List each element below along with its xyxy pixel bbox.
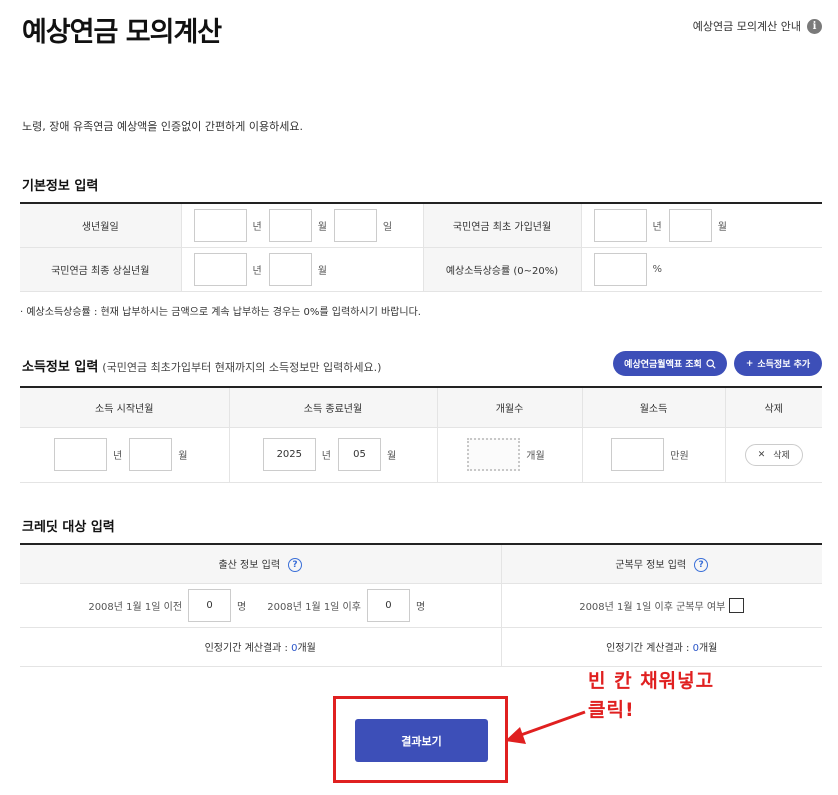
result-label: 인정기간 계산결과 : (606, 643, 693, 654)
delete-label: 삭제 (773, 451, 790, 461)
unit-percent: % (652, 263, 663, 275)
last-loss-year-input[interactable] (193, 252, 247, 286)
add-button-label: 소득정보 추가 (757, 360, 811, 370)
col-start: 소득 시작년월 (20, 387, 230, 428)
pension-table-lookup-button[interactable]: 예상연금월액표 조회 (613, 351, 727, 376)
military-checkbox[interactable] (729, 597, 745, 613)
income-row: 년 월 2025 년 05 월 개월 만원 ✕ 삭제 (20, 427, 822, 483)
birth-year-input[interactable] (193, 208, 247, 242)
birth-month-input[interactable] (268, 208, 312, 242)
birth-info-header: 출산 정보 입력? (20, 544, 502, 584)
credit-section-title: 크레딧 대상 입력 (22, 520, 115, 535)
add-income-button[interactable]: + 소득정보 추가 (734, 351, 822, 376)
start-year-input[interactable] (54, 438, 108, 471)
income-subheading: (국민연금 최초가입부터 현재까지의 소득정보만 입력하세요.) (102, 361, 382, 374)
income-unit: 만원 (670, 451, 689, 462)
before-2008-label: 2008년 1월 1일 이전 (88, 601, 183, 613)
income-table: 소득 시작년월 소득 종료년월 개월수 월소득 삭제 년 월 2025 년 05 월 개… (20, 386, 822, 483)
unit-month: 월 (317, 221, 327, 233)
birth-credit-result: 인정기간 계산결과 : 0개월 (20, 627, 502, 667)
annotation-text: 빈 칸 채워넣고 클릭! (588, 667, 714, 725)
col-end: 소득 종료년월 (229, 387, 438, 428)
col-months: 개월수 (437, 387, 583, 428)
last-loss-month-input[interactable] (268, 252, 312, 286)
military-header-label: 군복무 정보 입력 (615, 559, 687, 571)
first-join-month-input[interactable] (668, 208, 712, 242)
income-section-title: 소득정보 입력 (국민연금 최초가입부터 현재까지의 소득정보만 입력하세요.) (22, 356, 381, 375)
close-icon: ✕ (757, 449, 766, 460)
annotation-line-1: 빈 칸 채워넣고 (588, 670, 715, 692)
result-unit: 개월 (698, 643, 718, 654)
basic-info-table: 생년월일 년월일 국민연금 최초 가입년월 년월 국민연금 최종 상실년월 년월… (20, 202, 822, 292)
lookup-button-label: 예상연금월액표 조회 (624, 360, 702, 370)
first-join-year-input[interactable] (593, 208, 647, 242)
unit-month: 월 (387, 451, 397, 462)
question-icon[interactable]: ? (694, 557, 709, 572)
last-loss-label: 국민연금 최종 상실년월 (20, 247, 182, 292)
before-2008-input[interactable]: 0 (188, 588, 232, 622)
growth-rate-note: · 예상소득상승률 : 현재 납부하시는 금액으로 계속 납부하는 경우는 0%… (20, 307, 421, 318)
page-title: 예상연금 모의계산 (22, 17, 222, 48)
growth-rate-label: 예상소득상승률 (0~20%) (423, 247, 582, 292)
start-month-input[interactable] (129, 438, 173, 471)
view-result-button[interactable]: 결과보기 (355, 719, 488, 762)
end-year-input[interactable]: 2025 (262, 438, 316, 471)
delete-row-button[interactable]: ✕ 삭제 (744, 443, 803, 466)
unit-year: 년 (252, 221, 262, 233)
unit-year: 년 (652, 221, 662, 233)
col-delete: 삭제 (725, 387, 822, 428)
birth-label: 생년월일 (20, 203, 182, 248)
note-text: 예상소득상승률 : 현재 납부하시는 금액으로 계속 납부하는 경우는 0%를 … (26, 307, 421, 318)
military-info-header: 군복무 정보 입력? (501, 544, 822, 584)
credit-table: 출산 정보 입력? 군복무 정보 입력? 2008년 1월 1일 이전 0 명 200… (20, 543, 822, 667)
person-unit: 명 (237, 601, 247, 613)
info-icon: i (807, 18, 822, 34)
unit-year: 년 (252, 265, 262, 277)
basic-section-title: 기본정보 입력 (22, 179, 99, 194)
person-unit: 명 (415, 601, 426, 613)
end-month-input[interactable]: 05 (338, 438, 381, 471)
after-2008-label: 2008년 1월 1일 이후 (267, 601, 361, 613)
guide-link[interactable]: 예상연금 모의계산 안내 i (693, 18, 822, 34)
unit-month: 월 (317, 265, 327, 277)
annotation-line-2: 클릭! (588, 699, 635, 721)
unit-day: 일 (382, 221, 393, 233)
result-unit: 개월 (297, 643, 316, 654)
unit-month: 월 (717, 221, 727, 233)
intro-text: 노령, 장애 유족연금 예상액을 인증없이 간편하게 이용하세요. (22, 120, 303, 133)
military-label: 2008년 1월 1일 이후 군복무 여부 (579, 601, 726, 613)
income-heading: 소득정보 입력 (22, 360, 99, 375)
result-label: 인정기간 계산결과 : (204, 643, 292, 654)
first-join-label: 국민연금 최초 가입년월 (423, 203, 582, 248)
military-credit-result: 인정기간 계산결과 : 0개월 (501, 627, 822, 667)
birth-day-input[interactable] (333, 208, 377, 242)
question-icon[interactable]: ? (288, 557, 303, 572)
birth-header-label: 출산 정보 입력 (218, 559, 281, 571)
plus-icon: + (745, 358, 754, 369)
growth-rate-input[interactable] (593, 252, 647, 286)
unit-year: 년 (321, 451, 331, 462)
after-2008-input[interactable]: 0 (366, 588, 410, 622)
guide-link-label: 예상연금 모의계산 안내 (692, 20, 801, 33)
col-monthly-income: 월소득 (582, 387, 726, 428)
unit-month: 월 (178, 451, 188, 462)
unit-year: 년 (113, 451, 123, 462)
months-field (467, 438, 521, 471)
monthly-income-input[interactable] (611, 438, 665, 471)
search-icon (706, 358, 716, 369)
months-unit: 개월 (526, 451, 545, 462)
